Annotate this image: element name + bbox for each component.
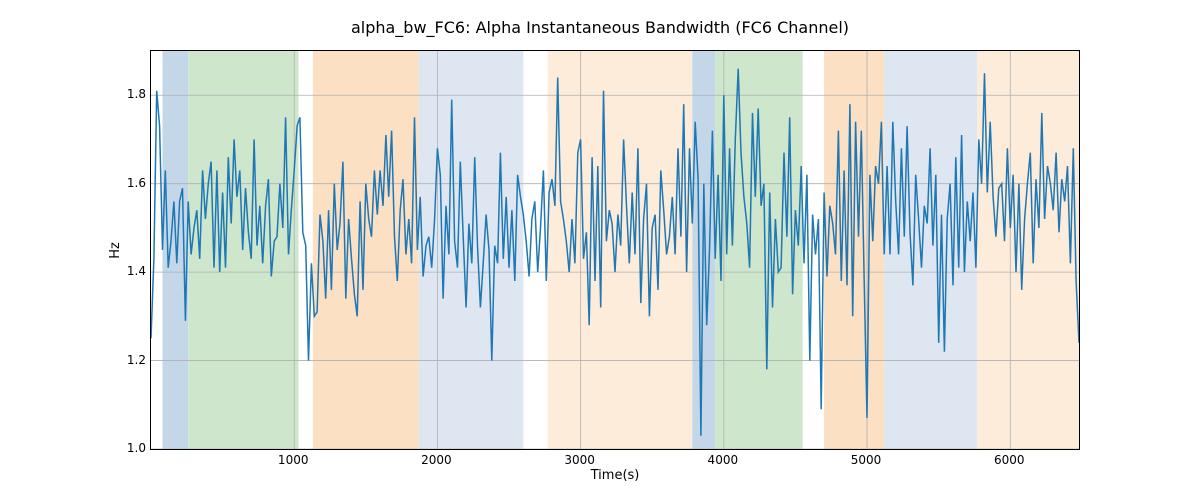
y-tick-label: 1.4	[118, 264, 146, 278]
y-tick-label: 1.0	[118, 441, 146, 455]
x-tick-label: 4000	[708, 453, 739, 467]
y-tick-label: 1.6	[118, 176, 146, 190]
y-axis-label: Hz	[105, 50, 125, 450]
chart-title: alpha_bw_FC6: Alpha Instantaneous Bandwi…	[0, 18, 1200, 37]
figure: alpha_bw_FC6: Alpha Instantaneous Bandwi…	[0, 0, 1200, 500]
x-tick-label: 1000	[278, 453, 309, 467]
background-band	[977, 51, 1079, 449]
plot-svg	[151, 51, 1079, 449]
y-tick-label: 1.8	[118, 87, 146, 101]
plot-area	[150, 50, 1080, 450]
background-band	[692, 51, 715, 449]
x-tick-label: 6000	[994, 453, 1025, 467]
x-tick-label: 3000	[564, 453, 595, 467]
x-tick-label: 5000	[851, 453, 882, 467]
x-axis-label: Time(s)	[150, 468, 1080, 483]
background-band	[313, 51, 419, 449]
background-band	[548, 51, 693, 449]
x-tick-label: 2000	[421, 453, 452, 467]
y-tick-label: 1.2	[118, 353, 146, 367]
